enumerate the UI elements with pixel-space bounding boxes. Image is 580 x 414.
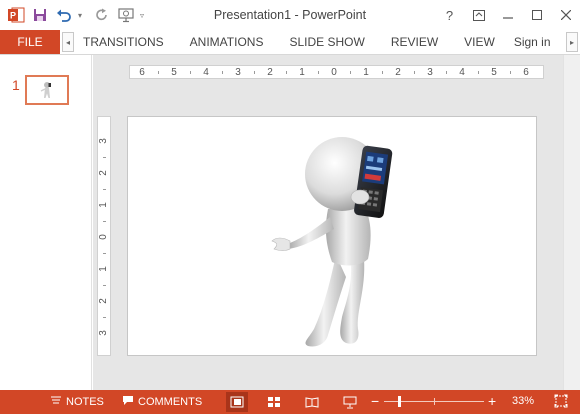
comments-label: COMMENTS bbox=[138, 396, 203, 408]
slide-canvas[interactable] bbox=[127, 116, 537, 356]
ruler-number: 2 bbox=[98, 170, 109, 176]
slide-number: 1 bbox=[12, 77, 20, 93]
undo-dropdown-icon[interactable]: ▾ bbox=[78, 11, 88, 20]
slide-show-icon[interactable] bbox=[339, 392, 361, 412]
ruler-tick bbox=[478, 71, 479, 74]
tab-scroll-left-icon[interactable]: ◂ bbox=[62, 32, 74, 52]
vertical-scrollbar[interactable] bbox=[563, 55, 580, 390]
title-bar: P ▾ ▿ Presentation1 - PowerPoint ? bbox=[0, 0, 580, 30]
ruler-number: 1 bbox=[98, 202, 109, 208]
slide-sorter-icon[interactable] bbox=[263, 392, 285, 412]
tab-review[interactable]: REVIEW bbox=[378, 35, 451, 49]
slide-thumbnail[interactable] bbox=[25, 75, 69, 105]
horizontal-ruler: 6 5 4 3 2 1 0 1 2 3 4 5 6 bbox=[129, 65, 544, 79]
restore-ribbon-icon[interactable] bbox=[464, 0, 493, 30]
tab-transitions[interactable]: TRANSITIONS bbox=[74, 35, 177, 49]
tab-slide-show[interactable]: SLIDE SHOW bbox=[276, 35, 377, 49]
ruler-tick bbox=[414, 71, 415, 74]
ruler-tick bbox=[222, 71, 223, 74]
vertical-ruler: 3 2 1 0 1 2 3 bbox=[97, 116, 111, 356]
ruler-number: 5 bbox=[491, 67, 497, 78]
ruler-number: 3 bbox=[427, 67, 433, 78]
ruler-number: 1 bbox=[98, 266, 109, 272]
ruler-tick bbox=[286, 71, 287, 74]
ruler-number: 3 bbox=[98, 138, 109, 144]
sign-in-link[interactable]: Sign in bbox=[514, 35, 551, 49]
slide-thumbnail-pane: 1 bbox=[0, 55, 92, 390]
ruler-tick bbox=[158, 71, 159, 74]
comment-icon bbox=[122, 395, 134, 409]
ribbon-tabs: FILE ◂ TRANSITIONS ANIMATIONS SLIDE SHOW… bbox=[0, 30, 580, 54]
normal-view-icon[interactable] bbox=[226, 392, 248, 412]
ruler-tick bbox=[103, 317, 106, 318]
zoom-slider-thumb[interactable] bbox=[398, 396, 401, 407]
ruler-number: 3 bbox=[235, 67, 241, 78]
maximize-icon[interactable] bbox=[522, 0, 551, 30]
tab-view[interactable]: VIEW bbox=[451, 35, 508, 49]
reading-view-icon[interactable] bbox=[301, 392, 323, 412]
save-icon[interactable] bbox=[30, 5, 50, 25]
ruler-tick bbox=[350, 71, 351, 74]
ruler-tick bbox=[510, 71, 511, 74]
notes-icon bbox=[50, 395, 62, 408]
minimize-icon[interactable] bbox=[493, 0, 522, 30]
thumbnail-figure-icon bbox=[40, 82, 51, 98]
ruler-number: 2 bbox=[98, 298, 109, 304]
quick-access-toolbar: P ▾ ▿ bbox=[6, 5, 150, 25]
fit-slide-icon[interactable] bbox=[554, 394, 568, 408]
start-from-beginning-icon[interactable] bbox=[116, 5, 136, 25]
zoom-in-icon[interactable]: + bbox=[488, 393, 496, 409]
zoom-slider-center-mark bbox=[434, 398, 435, 405]
ruler-tick bbox=[190, 71, 191, 74]
ruler-tick bbox=[318, 71, 319, 74]
powerpoint-logo-icon[interactable]: P bbox=[6, 5, 26, 25]
ruler-tick bbox=[103, 157, 106, 158]
ruler-number: 6 bbox=[139, 67, 145, 78]
ruler-number: 0 bbox=[98, 234, 109, 240]
comments-button[interactable]: COMMENTS bbox=[122, 395, 202, 409]
close-icon[interactable] bbox=[551, 0, 580, 30]
svg-text:P: P bbox=[10, 11, 16, 21]
ruler-tick bbox=[382, 71, 383, 74]
help-icon[interactable]: ? bbox=[435, 0, 464, 30]
tab-file[interactable]: FILE bbox=[0, 30, 60, 54]
ruler-number: 0 bbox=[331, 67, 337, 78]
ruler-number: 2 bbox=[395, 67, 401, 78]
tab-animations[interactable]: ANIMATIONS bbox=[177, 35, 277, 49]
stick-figure-phone-image[interactable] bbox=[128, 117, 538, 357]
slide-editing-area: 6 5 4 3 2 1 0 1 2 3 4 5 6 3 2 1 0 1 2 3 bbox=[93, 55, 580, 390]
window-controls: ? bbox=[435, 0, 580, 30]
ruler-number: 3 bbox=[98, 330, 109, 336]
ruler-tick bbox=[103, 285, 106, 286]
zoom-level[interactable]: 33% bbox=[512, 395, 534, 407]
ruler-number: 4 bbox=[203, 67, 209, 78]
tab-scroll-right-icon[interactable]: ▸ bbox=[566, 32, 578, 52]
ruler-number: 4 bbox=[459, 67, 465, 78]
status-bar: NOTES COMMENTS − + 33% bbox=[0, 390, 580, 414]
undo-icon[interactable] bbox=[54, 5, 74, 25]
ruler-number: 5 bbox=[171, 67, 177, 78]
ruler-number: 1 bbox=[363, 67, 369, 78]
ruler-tick bbox=[103, 189, 106, 190]
ruler-tick bbox=[103, 253, 106, 254]
ruler-tick bbox=[254, 71, 255, 74]
ruler-tick bbox=[103, 221, 106, 222]
redo-icon[interactable] bbox=[92, 5, 112, 25]
ruler-number: 2 bbox=[267, 67, 273, 78]
notes-button[interactable]: NOTES bbox=[50, 395, 104, 408]
notes-label: NOTES bbox=[66, 395, 104, 408]
ruler-number: 6 bbox=[523, 67, 529, 78]
customize-toolbar-icon[interactable]: ▿ bbox=[140, 11, 150, 20]
ruler-tick bbox=[446, 71, 447, 74]
zoom-out-icon[interactable]: − bbox=[371, 393, 379, 409]
ruler-number: 1 bbox=[299, 67, 305, 78]
